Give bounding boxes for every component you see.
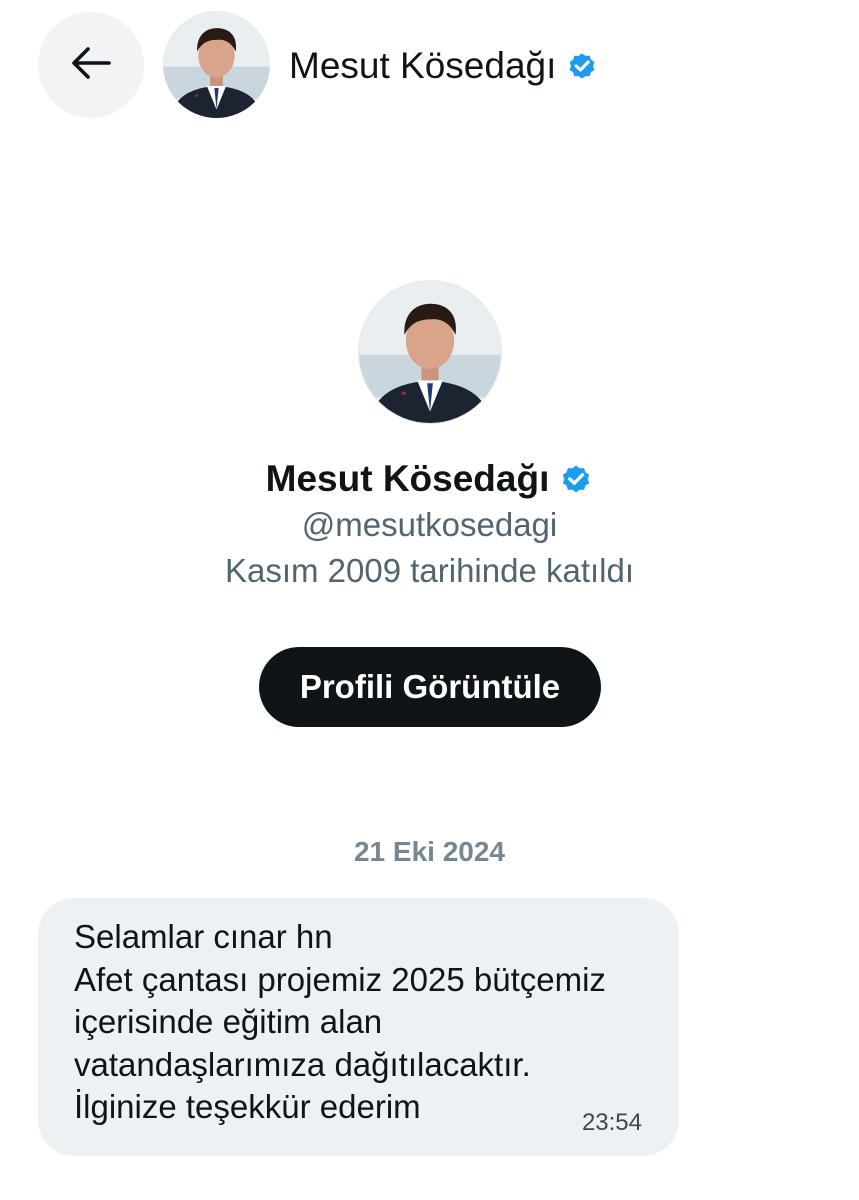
message-line: Selamlar cınar hn bbox=[74, 918, 333, 955]
verified-badge-icon bbox=[559, 462, 593, 496]
verified-badge-icon bbox=[566, 50, 598, 82]
message-bubble[interactable]: Selamlar cınar hn Afet çantası projemiz … bbox=[38, 898, 679, 1156]
profile-name-text: Mesut Kösedağı bbox=[265, 458, 550, 499]
message-line: İlginize teşekkür ederim bbox=[74, 1088, 421, 1125]
profile-joined-date: Kasım 2009 tarihinde katıldı bbox=[224, 552, 635, 589]
profile-handle: @mesutkosedagi bbox=[301, 506, 558, 543]
profile-avatar[interactable] bbox=[358, 280, 502, 424]
message-timestamp: 23:54 bbox=[581, 1109, 642, 1136]
arrow-left-icon bbox=[71, 46, 111, 85]
back-button[interactable] bbox=[38, 12, 144, 118]
date-separator: 21 Eki 2024 bbox=[353, 836, 506, 867]
header-avatar[interactable] bbox=[163, 11, 270, 118]
message-line: Afet çantası projemiz 2025 bütçemiz bbox=[74, 960, 606, 998]
message-line: içerisinde eğitim alan bbox=[74, 1003, 383, 1040]
profile-name: Mesut Kösedağı bbox=[0, 458, 859, 500]
view-profile-button[interactable]: Profili Görüntüle bbox=[259, 647, 601, 727]
header-title: Mesut Kösedağı bbox=[289, 40, 598, 92]
message-line: vatandaşlarımıza dağıtılacaktır. bbox=[74, 1045, 531, 1083]
header-name-text: Mesut Kösedağı bbox=[289, 45, 557, 86]
